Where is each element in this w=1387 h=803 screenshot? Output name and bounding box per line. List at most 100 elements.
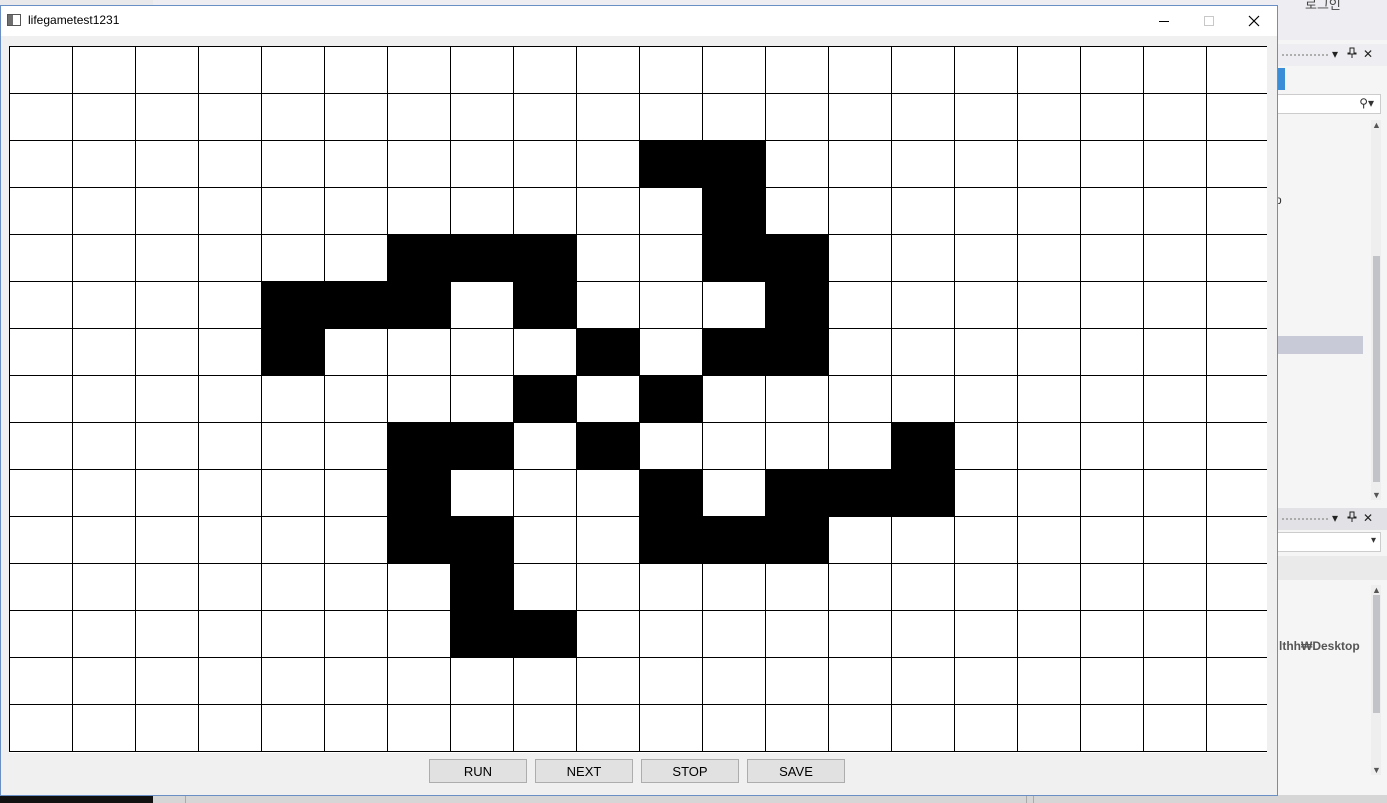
minimize-button[interactable] xyxy=(1141,6,1187,36)
grid-cell[interactable] xyxy=(135,610,199,658)
grid-cell[interactable] xyxy=(513,422,577,470)
grid-cell[interactable] xyxy=(1017,281,1081,329)
grid-cell[interactable] xyxy=(135,140,199,188)
grid-cell[interactable] xyxy=(954,516,1018,564)
grid-cell-alive[interactable] xyxy=(324,281,388,329)
grid-cell[interactable] xyxy=(891,563,955,611)
grid-cell[interactable] xyxy=(324,516,388,564)
grid-cell[interactable] xyxy=(261,516,325,564)
grid-cell-alive[interactable] xyxy=(765,469,829,517)
grid-cell[interactable] xyxy=(1017,375,1081,423)
ide-scrollbar[interactable]: ▲ ▼ xyxy=(1371,120,1381,500)
grid-cell[interactable] xyxy=(828,46,892,94)
grid-cell[interactable] xyxy=(702,469,766,517)
grid-cell[interactable] xyxy=(702,563,766,611)
grid-cell[interactable] xyxy=(954,469,1018,517)
grid-cell[interactable] xyxy=(513,516,577,564)
grid-cell-alive[interactable] xyxy=(261,328,325,376)
grid-canvas[interactable] xyxy=(9,46,1267,752)
grid-cell-alive[interactable] xyxy=(639,375,703,423)
ide-selected-row[interactable] xyxy=(1277,336,1363,354)
grid-cell[interactable] xyxy=(9,281,73,329)
grid-cell[interactable] xyxy=(1080,140,1144,188)
grid-cell[interactable] xyxy=(135,187,199,235)
grid-cell[interactable] xyxy=(387,46,451,94)
grid-cell[interactable] xyxy=(72,234,136,282)
grid-cell[interactable] xyxy=(828,657,892,705)
grid-cell[interactable] xyxy=(1206,610,1268,658)
grid-cell-alive[interactable] xyxy=(702,234,766,282)
grid-cell[interactable] xyxy=(261,140,325,188)
grid-cell-alive[interactable] xyxy=(702,187,766,235)
grid-cell[interactable] xyxy=(1143,140,1207,188)
grid-cell[interactable] xyxy=(387,140,451,188)
search-icon[interactable]: ⚲▾ xyxy=(1359,96,1374,110)
grid-cell[interactable] xyxy=(324,563,388,611)
grid-cell[interactable] xyxy=(828,610,892,658)
grid-cell-alive[interactable] xyxy=(513,610,577,658)
grid-cell[interactable] xyxy=(450,46,514,94)
grid-cell-alive[interactable] xyxy=(387,281,451,329)
grid-cell-alive[interactable] xyxy=(891,469,955,517)
stop-button[interactable]: STOP xyxy=(641,759,739,783)
grid-cell[interactable] xyxy=(198,610,262,658)
grid-cell[interactable] xyxy=(1017,610,1081,658)
grid-cell[interactable] xyxy=(450,328,514,376)
grid-cell[interactable] xyxy=(324,422,388,470)
grid-cell[interactable] xyxy=(198,140,262,188)
grid-cell[interactable] xyxy=(576,281,640,329)
grid-cell[interactable] xyxy=(513,328,577,376)
grid-cell[interactable] xyxy=(198,469,262,517)
grid-cell[interactable] xyxy=(261,704,325,752)
grid-cell[interactable] xyxy=(135,281,199,329)
grid-cell[interactable] xyxy=(198,657,262,705)
grid-cell[interactable] xyxy=(1017,704,1081,752)
grid-cell[interactable] xyxy=(954,657,1018,705)
grid-cell[interactable] xyxy=(9,46,73,94)
grid-cell[interactable] xyxy=(765,422,829,470)
panel-dropdown-icon[interactable]: ▾ xyxy=(1332,47,1338,61)
grid-cell[interactable] xyxy=(72,328,136,376)
grid-cell[interactable] xyxy=(1017,516,1081,564)
grid-cell[interactable] xyxy=(1080,93,1144,141)
grid-cell[interactable] xyxy=(261,93,325,141)
grid-cell-alive[interactable] xyxy=(513,281,577,329)
grid-cell[interactable] xyxy=(891,375,955,423)
grid-cell[interactable] xyxy=(1080,516,1144,564)
grid-cell[interactable] xyxy=(135,704,199,752)
grid-cell[interactable] xyxy=(324,93,388,141)
grid-cell[interactable] xyxy=(1017,563,1081,611)
grid-cell[interactable] xyxy=(513,563,577,611)
grid-cell[interactable] xyxy=(261,563,325,611)
grid-cell[interactable] xyxy=(891,281,955,329)
grid-cell[interactable] xyxy=(828,140,892,188)
grid-cell-alive[interactable] xyxy=(513,375,577,423)
grid-cell-alive[interactable] xyxy=(261,281,325,329)
grid-cell-alive[interactable] xyxy=(639,516,703,564)
grid-cell[interactable] xyxy=(387,563,451,611)
grid-cell[interactable] xyxy=(198,516,262,564)
grid-cell-alive[interactable] xyxy=(450,610,514,658)
grid-cell[interactable] xyxy=(576,234,640,282)
grid-cell[interactable] xyxy=(891,234,955,282)
grid-cell[interactable] xyxy=(1143,704,1207,752)
grid-cell[interactable] xyxy=(9,187,73,235)
grid-cell[interactable] xyxy=(198,704,262,752)
grid-cell[interactable] xyxy=(828,422,892,470)
grid-cell[interactable] xyxy=(576,140,640,188)
grid-cell[interactable] xyxy=(828,328,892,376)
grid-cell[interactable] xyxy=(324,469,388,517)
grid-cell[interactable] xyxy=(198,281,262,329)
grid-cell[interactable] xyxy=(261,375,325,423)
grid-cell[interactable] xyxy=(9,234,73,282)
grid-cell-alive[interactable] xyxy=(702,328,766,376)
grid-cell-alive[interactable] xyxy=(702,516,766,564)
grid-cell[interactable] xyxy=(702,93,766,141)
grid-cell[interactable] xyxy=(261,422,325,470)
grid-cell[interactable] xyxy=(135,375,199,423)
grid-cell-alive[interactable] xyxy=(450,516,514,564)
grid-cell[interactable] xyxy=(198,422,262,470)
drag-grip-icon[interactable] xyxy=(1281,53,1329,57)
grid-cell-alive[interactable] xyxy=(828,469,892,517)
grid-cell[interactable] xyxy=(954,422,1018,470)
